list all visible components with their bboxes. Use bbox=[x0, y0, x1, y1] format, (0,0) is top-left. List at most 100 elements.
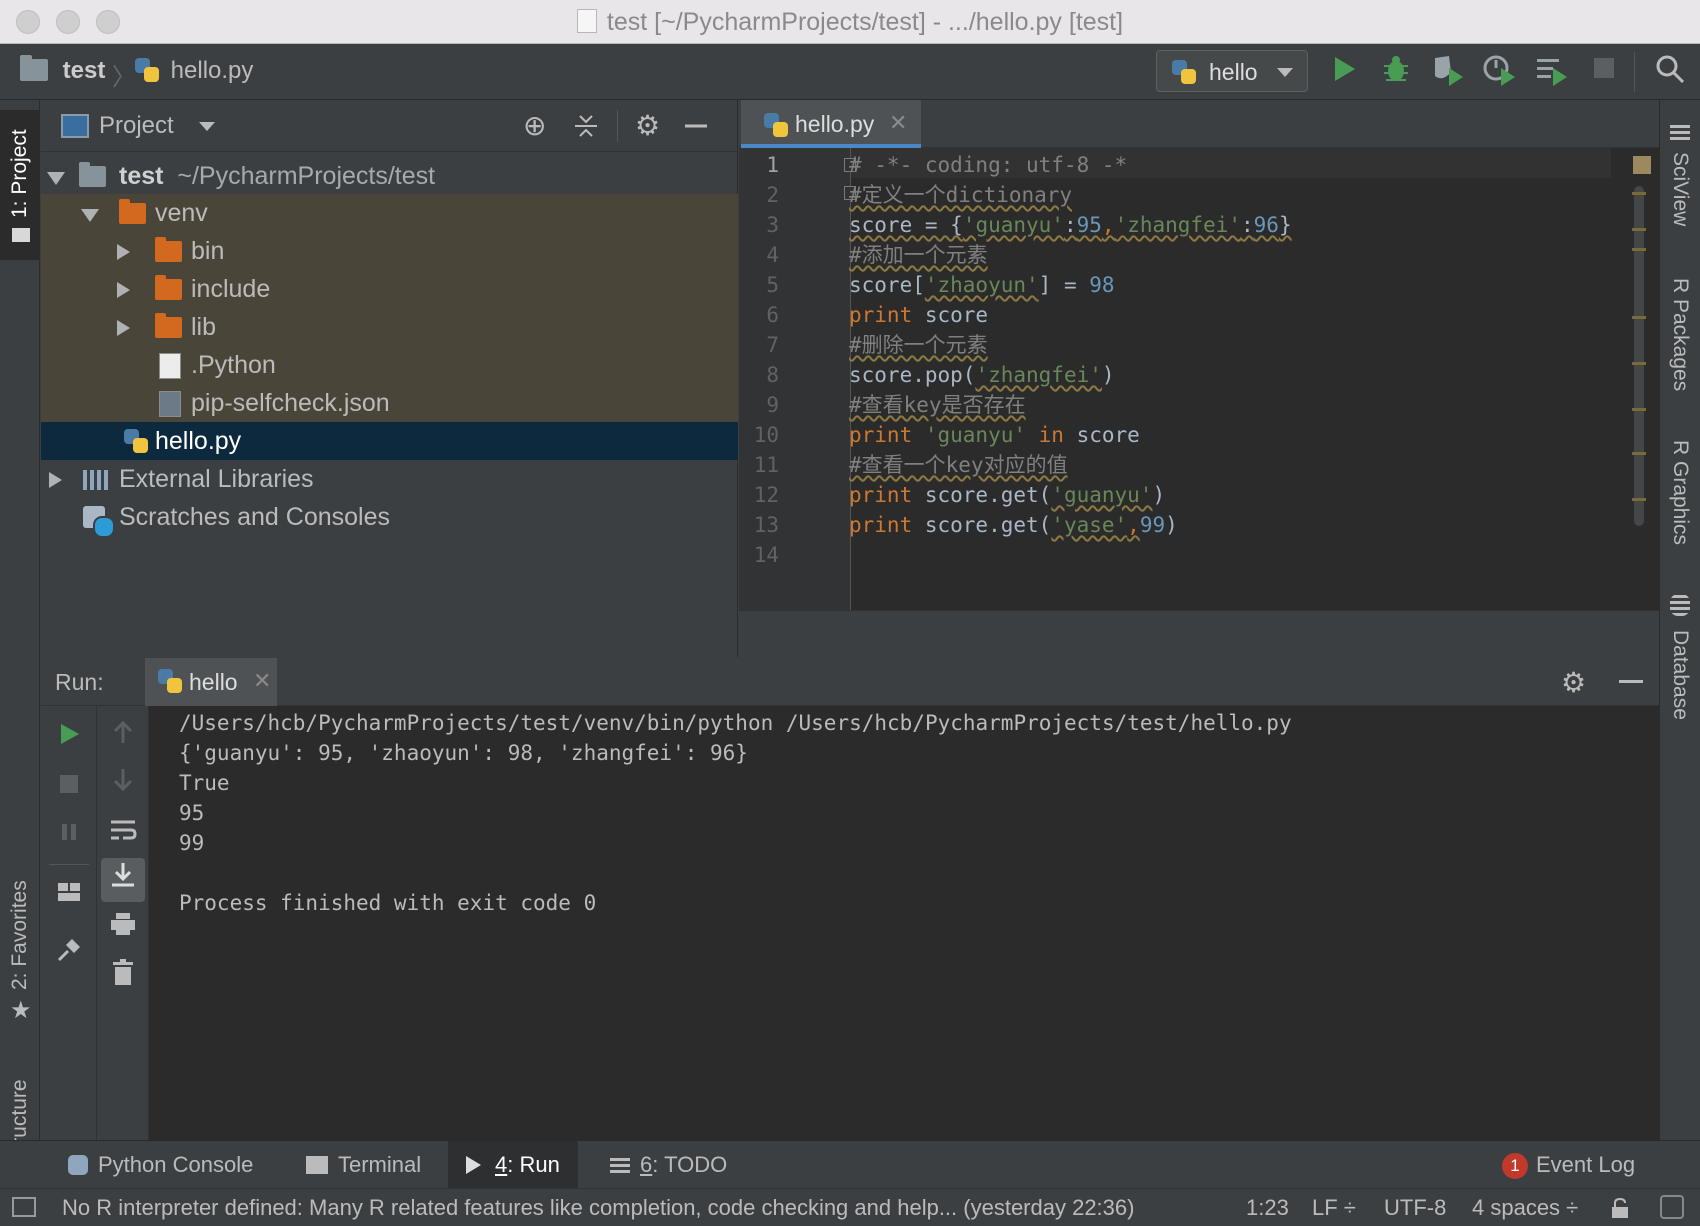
file-encoding[interactable]: UTF-8 bbox=[1384, 1195, 1446, 1221]
tool-tab-favorites[interactable]: 2: Favorites bbox=[8, 880, 32, 990]
tree-item-root[interactable]: test ~/PycharmProjects/test bbox=[41, 157, 738, 195]
tree-item-label: Scratches and Consoles bbox=[119, 503, 390, 531]
tree-item-python[interactable]: .Python bbox=[41, 346, 738, 384]
output-line: True bbox=[179, 771, 230, 795]
tab-run[interactable]: 4: Run bbox=[448, 1141, 578, 1189]
tree-item-include[interactable]: include bbox=[41, 270, 738, 308]
tree-item-pip-selfcheck[interactable]: pip-selfcheck.json bbox=[41, 384, 738, 422]
gear-icon[interactable]: ⚙ bbox=[1561, 666, 1586, 699]
tree-item-hello-py[interactable]: hello.py bbox=[41, 422, 738, 460]
stop-run-button[interactable] bbox=[51, 768, 87, 804]
tree-item-bin[interactable]: bin bbox=[41, 232, 738, 270]
gear-icon[interactable]: ⚙ bbox=[635, 112, 660, 140]
collapsed-arrow-icon bbox=[117, 282, 130, 298]
code-line-12: print score.get('guanyu') bbox=[849, 483, 1166, 507]
close-tab-icon[interactable]: ✕ bbox=[889, 110, 907, 136]
line-number: 2 bbox=[766, 183, 779, 207]
folder-icon bbox=[20, 55, 48, 81]
folder-icon bbox=[119, 199, 146, 224]
hide-panel-icon[interactable] bbox=[683, 112, 709, 145]
tree-item-lib[interactable]: lib bbox=[41, 308, 738, 346]
pin-tab-button[interactable] bbox=[51, 936, 87, 972]
tool-tab-project[interactable]: 1: Project bbox=[8, 129, 32, 218]
hide-panel-icon[interactable] bbox=[1619, 680, 1643, 683]
run-config-dropdown[interactable]: hello bbox=[1156, 50, 1308, 92]
run-tab-hello[interactable]: hello ✕ bbox=[145, 658, 277, 706]
debug-button[interactable] bbox=[1378, 54, 1414, 90]
project-view-selector[interactable]: Project bbox=[99, 112, 174, 140]
code-line-9: #查看key是否存在 bbox=[849, 393, 1026, 417]
output-line: 99 bbox=[179, 831, 205, 855]
editor-bottom-strip bbox=[739, 610, 1659, 657]
tree-item-venv[interactable]: venv bbox=[41, 194, 738, 232]
line-number: 3 bbox=[766, 213, 779, 237]
warning-marker[interactable] bbox=[1632, 452, 1646, 455]
warning-marker[interactable] bbox=[1632, 192, 1646, 195]
tab-terminal[interactable]: Terminal bbox=[306, 1141, 421, 1189]
run-with-coverage-button[interactable] bbox=[1430, 54, 1466, 90]
code-area[interactable]: # -*- coding: utf-8 -* #定义一个dictionary s… bbox=[849, 148, 1621, 610]
status-message[interactable]: No R interpreter defined: Many R related… bbox=[62, 1195, 1134, 1221]
close-tab-icon[interactable]: ✕ bbox=[253, 668, 271, 694]
line-separator[interactable]: LF ÷ bbox=[1312, 1195, 1356, 1221]
folder-icon bbox=[155, 313, 182, 338]
run-panel-header: Run: hello ✕ ⚙ bbox=[41, 658, 1659, 706]
tree-item-scratches[interactable]: Scratches and Consoles bbox=[41, 498, 738, 538]
warning-marker[interactable] bbox=[1632, 408, 1646, 411]
tool-tab-database[interactable]: Database bbox=[1668, 630, 1692, 720]
chevron-down-icon[interactable] bbox=[199, 122, 215, 131]
tab-event-log[interactable]: 1 Event Log bbox=[1502, 1141, 1635, 1189]
run-tab-label: hello bbox=[189, 669, 238, 695]
pause-button[interactable] bbox=[51, 816, 87, 852]
stop-button[interactable] bbox=[1586, 54, 1622, 90]
tab-mnemonic: 6 bbox=[640, 1152, 653, 1177]
warning-marker[interactable] bbox=[1632, 362, 1646, 365]
line-number: 1 bbox=[766, 153, 779, 177]
toggle-tool-windows-icon[interactable] bbox=[12, 1197, 36, 1217]
warning-marker[interactable] bbox=[1632, 228, 1646, 231]
breadcrumb-file[interactable]: hello.py bbox=[134, 57, 253, 85]
python-icon bbox=[157, 668, 183, 694]
profile-button[interactable] bbox=[1482, 54, 1518, 90]
warning-marker[interactable] bbox=[1632, 498, 1646, 501]
code-line-1: # -*- coding: utf-8 -* bbox=[849, 153, 1128, 177]
breadcrumb-file-label: hello.py bbox=[170, 57, 254, 84]
tab-python-console[interactable]: Python Console bbox=[68, 1141, 253, 1189]
editor-tab-hello-py[interactable]: hello.py ✕ bbox=[741, 100, 921, 148]
clear-all-button[interactable] bbox=[105, 958, 141, 994]
print-button[interactable] bbox=[105, 910, 141, 946]
scroll-to-end-button[interactable] bbox=[101, 858, 145, 902]
output-line: {'guanyu': 95, 'zhaoyun': 98, 'zhangfei'… bbox=[179, 741, 748, 765]
search-everywhere-button[interactable] bbox=[1652, 54, 1688, 90]
rerun-button[interactable] bbox=[51, 720, 87, 756]
caret-position[interactable]: 1:23 bbox=[1246, 1195, 1289, 1221]
tree-item-external-libraries[interactable]: External Libraries bbox=[41, 460, 738, 498]
locate-file-icon[interactable]: ⊕ bbox=[523, 112, 546, 140]
indent-setting[interactable]: 4 spaces ÷ bbox=[1472, 1195, 1578, 1221]
run-toolbar-secondary bbox=[97, 706, 149, 1140]
lock-icon[interactable] bbox=[1610, 1197, 1630, 1219]
up-stack-button[interactable] bbox=[105, 718, 141, 754]
tab-todo[interactable]: 6: TODO bbox=[610, 1141, 727, 1189]
collapse-all-icon[interactable] bbox=[573, 112, 599, 145]
title-bar: test [~/PycharmProjects/test] - .../hell… bbox=[0, 0, 1700, 44]
tool-tab-sciview[interactable]: SciView bbox=[1668, 152, 1692, 226]
restore-layout-button[interactable] bbox=[51, 876, 87, 912]
tool-tab-r-packages[interactable]: R Packages bbox=[1668, 278, 1692, 391]
soft-wrap-button[interactable] bbox=[105, 816, 141, 852]
collapsed-arrow-icon bbox=[49, 472, 62, 488]
run-concurrency-button[interactable] bbox=[1534, 54, 1570, 90]
tool-tab-r-graphics[interactable]: R Graphics bbox=[1668, 440, 1692, 545]
tab-label: : Run bbox=[507, 1152, 560, 1177]
breadcrumb-project[interactable]: test bbox=[20, 55, 105, 85]
database-icon bbox=[1670, 594, 1690, 616]
down-stack-button[interactable] bbox=[105, 766, 141, 802]
python-console-icon bbox=[68, 1155, 88, 1175]
editor-scrollbar[interactable] bbox=[1634, 186, 1644, 526]
run-button[interactable] bbox=[1326, 54, 1362, 90]
inspector-icon[interactable] bbox=[1660, 1195, 1684, 1219]
inspection-status-icon[interactable] bbox=[1633, 156, 1651, 174]
output-line: /Users/hcb/PycharmProjects/test/venv/bin… bbox=[179, 711, 1292, 735]
warning-marker[interactable] bbox=[1632, 316, 1646, 319]
warning-marker[interactable] bbox=[1632, 248, 1646, 251]
